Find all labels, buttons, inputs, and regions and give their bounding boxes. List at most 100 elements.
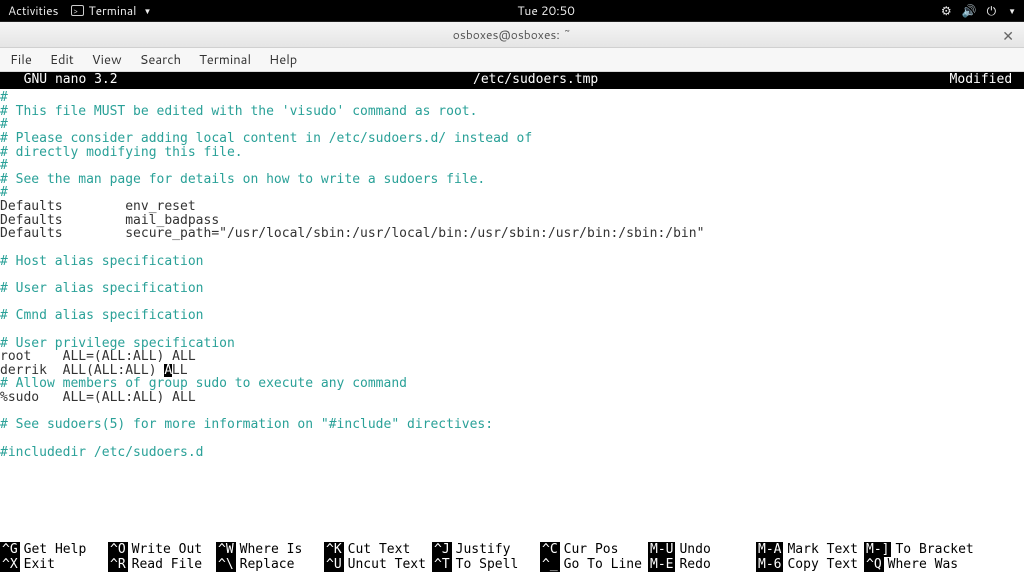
nano-shortcut[interactable]: ^OWrite Out xyxy=(108,542,216,557)
editor-line: # Host alias specification xyxy=(0,255,1024,269)
shortcut-key: ^Q xyxy=(864,557,884,572)
editor-line: # This file MUST be edited with the 'vis… xyxy=(0,105,1024,119)
chevron-down-icon: ▼ xyxy=(143,5,151,17)
nano-shortcut[interactable]: M-]To Bracket xyxy=(864,542,972,557)
shortcut-label: Exit xyxy=(20,557,61,572)
editor-line: # Please consider adding local content i… xyxy=(0,132,1024,146)
editor-line: # Allow members of group sudo to execute… xyxy=(0,377,1024,391)
menu-file[interactable]: File xyxy=(10,51,32,69)
menu-terminal[interactable]: Terminal xyxy=(199,51,251,69)
shortcut-label: Replace xyxy=(236,557,301,572)
shortcut-label: Get Help xyxy=(20,542,93,557)
chevron-down-icon: ▼ xyxy=(1008,5,1016,17)
editor-line: # User privilege specification xyxy=(0,337,1024,351)
shortcut-label: Uncut Text xyxy=(344,557,432,572)
shortcut-label: Copy Text xyxy=(783,557,863,572)
window-titlebar: osboxes@osboxes: ~ ✕ xyxy=(0,22,1024,48)
shortcut-key: ^T xyxy=(432,557,452,572)
nano-shortcut[interactable]: ^JJustify xyxy=(432,542,540,557)
editor-line xyxy=(0,432,1024,446)
shortcut-label: Where Was xyxy=(884,557,964,572)
editor-line: # User alias specification xyxy=(0,282,1024,296)
shortcut-key: M-U xyxy=(648,542,675,557)
nano-editor-body[interactable]: ## This file MUST be edited with the 'vi… xyxy=(0,89,1024,459)
nano-shortcut[interactable]: M-AMark Text xyxy=(756,542,864,557)
nano-shortcut[interactable]: ^_Go To Line xyxy=(540,557,648,572)
shortcut-key: M-E xyxy=(648,557,675,572)
terminal-menubar: File Edit View Search Terminal Help xyxy=(0,48,1024,72)
shortcut-key: M-6 xyxy=(756,557,783,572)
system-status-area[interactable]: ⚙ 🔊 ⏻ ▼ xyxy=(941,2,1016,19)
shortcut-label: Where Is xyxy=(236,542,309,557)
network-icon: ⚙ xyxy=(941,2,952,19)
text-cursor: A xyxy=(164,364,172,378)
close-icon[interactable]: ✕ xyxy=(1002,26,1014,46)
editor-line: # xyxy=(0,118,1024,132)
nano-status: Modified xyxy=(602,72,1024,89)
editor-line xyxy=(0,241,1024,255)
menu-help[interactable]: Help xyxy=(269,51,297,69)
editor-line xyxy=(0,296,1024,310)
nano-shortcut[interactable]: M-6Copy Text xyxy=(756,557,864,572)
shortcut-key: ^O xyxy=(108,542,128,557)
nano-shortcut[interactable]: ^CCur Pos xyxy=(540,542,648,557)
nano-version: GNU nano 3.2 xyxy=(0,72,465,89)
editor-line: %sudo ALL=(ALL:ALL) ALL xyxy=(0,391,1024,405)
shortcut-label: Justify xyxy=(452,542,517,557)
nano-shortcut[interactable]: ^UUncut Text xyxy=(324,557,432,572)
editor-line: # xyxy=(0,91,1024,105)
nano-shortcut[interactable]: ^KCut Text xyxy=(324,542,432,557)
shortcut-key: ^W xyxy=(216,542,236,557)
nano-shortcut[interactable]: M-UUndo xyxy=(648,542,756,557)
editor-line: derrik ALL(ALL:ALL) ALL xyxy=(0,364,1024,378)
shortcut-label: Cut Text xyxy=(344,542,417,557)
editor-line: # xyxy=(0,159,1024,173)
shortcut-label: Redo xyxy=(675,557,716,572)
shortcut-label: Cur Pos xyxy=(560,542,625,557)
app-menu[interactable]: Terminal ▼ xyxy=(71,2,152,19)
shortcut-key: ^U xyxy=(324,557,344,572)
editor-line: Defaults env_reset xyxy=(0,200,1024,214)
shortcut-label: To Spell xyxy=(452,557,525,572)
shortcut-label: Read File xyxy=(128,557,208,572)
editor-line xyxy=(0,268,1024,282)
editor-line: # See the man page for details on how to… xyxy=(0,173,1024,187)
menu-edit[interactable]: Edit xyxy=(50,51,74,69)
shortcut-key: ^\ xyxy=(216,557,236,572)
shortcut-label: Write Out xyxy=(128,542,208,557)
menu-view[interactable]: View xyxy=(92,51,122,69)
editor-line: Defaults secure_path="/usr/local/sbin:/u… xyxy=(0,227,1024,241)
editor-line xyxy=(0,323,1024,337)
nano-shortcut[interactable]: ^TTo Spell xyxy=(432,557,540,572)
editor-line: # xyxy=(0,186,1024,200)
nano-shortcut[interactable]: M-ERedo xyxy=(648,557,756,572)
terminal-icon xyxy=(71,5,84,16)
nano-filename: /etc/sudoers.tmp xyxy=(465,72,602,89)
menu-search[interactable]: Search xyxy=(140,51,181,69)
shortcut-label: To Bracket xyxy=(891,542,979,557)
gnome-topbar: Activities Terminal ▼ Tue 20:50 ⚙ 🔊 ⏻ ▼ xyxy=(0,0,1024,22)
nano-shortcut-bar: ^GGet Help^OWrite Out^WWhere Is^KCut Tex… xyxy=(0,542,1024,574)
shortcut-key: ^R xyxy=(108,557,128,572)
shortcut-key: ^G xyxy=(0,542,20,557)
activities-button[interactable]: Activities xyxy=(8,2,59,19)
nano-shortcut[interactable]: ^RRead File xyxy=(108,557,216,572)
nano-shortcut[interactable]: ^XExit xyxy=(0,557,108,572)
shortcut-label: Undo xyxy=(675,542,716,557)
editor-line: root ALL=(ALL:ALL) ALL xyxy=(0,350,1024,364)
nano-titlebar: GNU nano 3.2 /etc/sudoers.tmp Modified xyxy=(0,72,1024,89)
editor-line xyxy=(0,405,1024,419)
editor-line: #includedir /etc/sudoers.d xyxy=(0,446,1024,460)
nano-shortcut[interactable]: ^GGet Help xyxy=(0,542,108,557)
shortcut-key: ^J xyxy=(432,542,452,557)
nano-shortcut[interactable]: ^QWhere Was xyxy=(864,557,972,572)
nano-shortcut[interactable]: ^WWhere Is xyxy=(216,542,324,557)
power-icon: ⏻ xyxy=(987,2,997,19)
editor-line: # See sudoers(5) for more information on… xyxy=(0,418,1024,432)
shortcut-label: Go To Line xyxy=(560,557,648,572)
clock[interactable]: Tue 20:50 xyxy=(151,2,941,19)
shortcut-key: M-A xyxy=(756,542,783,557)
nano-shortcut[interactable]: ^\Replace xyxy=(216,557,324,572)
editor-line: # directly modifying this file. xyxy=(0,146,1024,160)
window-title: osboxes@osboxes: ~ xyxy=(453,26,571,43)
